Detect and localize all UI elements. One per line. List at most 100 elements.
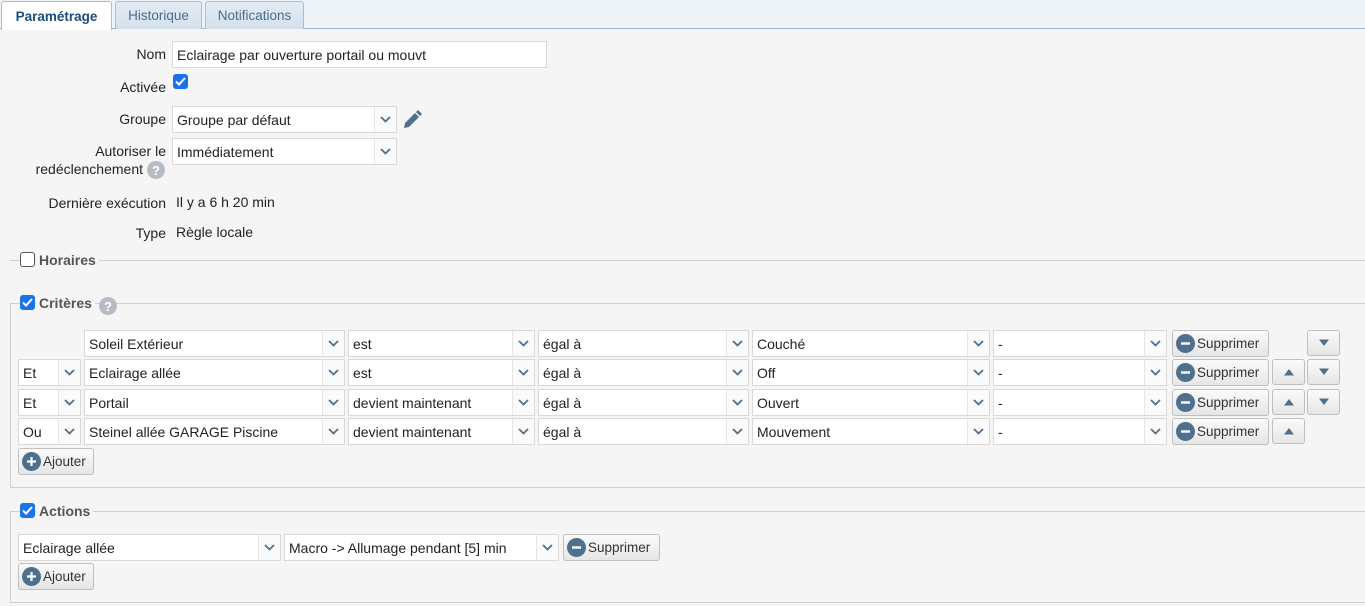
redeclenchement-select[interactable]: Immédiatement xyxy=(172,138,397,165)
criteria-delete-button[interactable]: Supprimer xyxy=(1172,418,1269,445)
criteria-value-select[interactable]: Ouvert xyxy=(752,389,990,416)
criteria-extra-select[interactable]: - xyxy=(993,418,1167,445)
check-icon xyxy=(175,77,186,86)
criteria-verb-select[interactable]: devient maintenant xyxy=(348,418,535,445)
action-device-select[interactable]: Eclairage allée xyxy=(18,534,281,561)
move-up-button[interactable] xyxy=(1272,359,1305,385)
chevron-down-icon[interactable] xyxy=(512,331,534,356)
criteria-delete-label: Supprimer xyxy=(1197,365,1260,380)
criteria-op-select[interactable]: Et xyxy=(18,359,81,386)
chevron-down-icon[interactable] xyxy=(536,535,558,560)
action-delete-button[interactable]: Supprimer xyxy=(563,534,660,561)
criteria-cmp-select[interactable]: égal à xyxy=(538,389,749,416)
move-up-button[interactable] xyxy=(1272,389,1305,415)
tab-historique[interactable]: Historique xyxy=(115,1,202,29)
criteria-device-select[interactable]: Portail xyxy=(84,389,345,416)
chevron-down-icon[interactable] xyxy=(967,331,989,356)
move-down-button[interactable] xyxy=(1307,389,1340,415)
move-up-button[interactable] xyxy=(1272,418,1305,444)
criteres-title: Critères xyxy=(36,295,95,311)
criteria-cmp-select[interactable]: égal à xyxy=(538,330,749,357)
chevron-down-icon[interactable] xyxy=(726,331,748,356)
check-icon xyxy=(22,298,33,307)
chevron-down-icon[interactable] xyxy=(967,390,989,415)
chevron-down-icon[interactable] xyxy=(374,139,396,164)
criteria-delete-button[interactable]: Supprimer xyxy=(1172,330,1269,357)
criteria-extra-value: - xyxy=(998,335,1003,352)
criteria-verb-select[interactable]: est xyxy=(348,330,535,357)
criteria-device-select[interactable]: Eclairage allée xyxy=(84,359,345,386)
tab-notifications[interactable]: Notifications xyxy=(205,1,304,29)
criteria-cmp-value: égal à xyxy=(543,423,582,440)
criteria-value-select[interactable]: Couché xyxy=(752,330,990,357)
criteria-value-select[interactable]: Off xyxy=(752,359,990,386)
chevron-down-icon[interactable] xyxy=(322,360,344,385)
chevron-down-icon[interactable] xyxy=(374,107,396,132)
actions-add-button[interactable]: Ajouter xyxy=(18,563,94,590)
chevron-down-icon[interactable] xyxy=(322,419,344,444)
help-icon[interactable]: ? xyxy=(147,161,165,179)
groupe-select[interactable]: Groupe par défaut xyxy=(172,106,397,133)
groupe-label: Groupe xyxy=(119,111,166,127)
chevron-down-icon[interactable] xyxy=(258,535,280,560)
criteres-add-button[interactable]: Ajouter xyxy=(18,448,94,475)
arrow-down-icon xyxy=(1318,339,1329,346)
chevron-down-icon[interactable] xyxy=(58,390,80,415)
criteria-delete-button[interactable]: Supprimer xyxy=(1172,359,1269,386)
chevron-down-icon[interactable] xyxy=(726,360,748,385)
criteria-cmp-value: égal à xyxy=(543,335,582,352)
chevron-down-icon[interactable] xyxy=(1144,390,1166,415)
chevron-down-icon[interactable] xyxy=(512,390,534,415)
tab-bar: Paramétrage Historique Notifications xyxy=(0,0,1365,30)
criteria-verb-select[interactable]: devient maintenant xyxy=(348,389,535,416)
nom-input[interactable] xyxy=(172,41,547,68)
criteria-op-select[interactable]: Ou xyxy=(18,418,81,445)
chevron-down-icon[interactable] xyxy=(512,360,534,385)
chevron-down-icon[interactable] xyxy=(967,419,989,444)
criteria-device-select[interactable]: Soleil Extérieur xyxy=(84,330,345,357)
chevron-down-icon[interactable] xyxy=(1144,360,1166,385)
horaires-checkbox[interactable] xyxy=(20,252,35,267)
activee-checkbox[interactable] xyxy=(173,74,188,89)
action-command-select[interactable]: Macro -> Allumage pendant [5] min xyxy=(284,534,559,561)
chevron-down-icon[interactable] xyxy=(322,331,344,356)
groupe-select-value: Groupe par défaut xyxy=(177,111,291,128)
chevron-down-icon[interactable] xyxy=(967,360,989,385)
criteria-device-select[interactable]: Steinel allée GARAGE Piscine xyxy=(84,418,345,445)
horaires-divider xyxy=(10,260,1365,261)
minus-icon xyxy=(1176,422,1195,441)
criteria-cmp-select[interactable]: égal à xyxy=(538,359,749,386)
chevron-down-icon[interactable] xyxy=(322,390,344,415)
chevron-down-icon[interactable] xyxy=(58,419,80,444)
action-device-value: Eclairage allée xyxy=(23,539,115,556)
move-down-button[interactable] xyxy=(1307,359,1340,385)
chevron-down-icon[interactable] xyxy=(1144,419,1166,444)
move-down-button[interactable] xyxy=(1307,330,1340,356)
help-icon[interactable]: ? xyxy=(99,297,117,315)
arrow-down-icon xyxy=(1318,368,1329,375)
plus-icon xyxy=(22,452,41,471)
edit-pencil-icon[interactable] xyxy=(401,109,423,131)
tab-parametrage[interactable]: Paramétrage xyxy=(1,1,112,30)
criteria-extra-select[interactable]: - xyxy=(993,389,1167,416)
criteria-delete-button[interactable]: Supprimer xyxy=(1172,389,1269,416)
criteria-op-select[interactable]: Et xyxy=(18,389,81,416)
redeclenchement-select-value: Immédiatement xyxy=(177,143,274,160)
criteria-verb-value: est xyxy=(353,364,372,381)
chevron-down-icon[interactable] xyxy=(1144,331,1166,356)
actions-checkbox[interactable] xyxy=(20,503,35,518)
criteria-verb-select[interactable]: est xyxy=(348,359,535,386)
chevron-down-icon[interactable] xyxy=(726,419,748,444)
criteres-checkbox[interactable] xyxy=(20,295,35,310)
chevron-down-icon[interactable] xyxy=(58,360,80,385)
criteria-cmp-select[interactable]: égal à xyxy=(538,418,749,445)
chevron-down-icon[interactable] xyxy=(726,390,748,415)
criteria-value-select[interactable]: Mouvement xyxy=(752,418,990,445)
criteria-extra-select[interactable]: - xyxy=(993,330,1167,357)
arrow-up-icon xyxy=(1283,428,1294,435)
criteria-extra-select[interactable]: - xyxy=(993,359,1167,386)
type-label: Type xyxy=(135,225,166,241)
criteria-op-value: Et xyxy=(23,394,37,411)
chevron-down-icon[interactable] xyxy=(512,419,534,444)
arrow-down-icon xyxy=(1318,398,1329,405)
